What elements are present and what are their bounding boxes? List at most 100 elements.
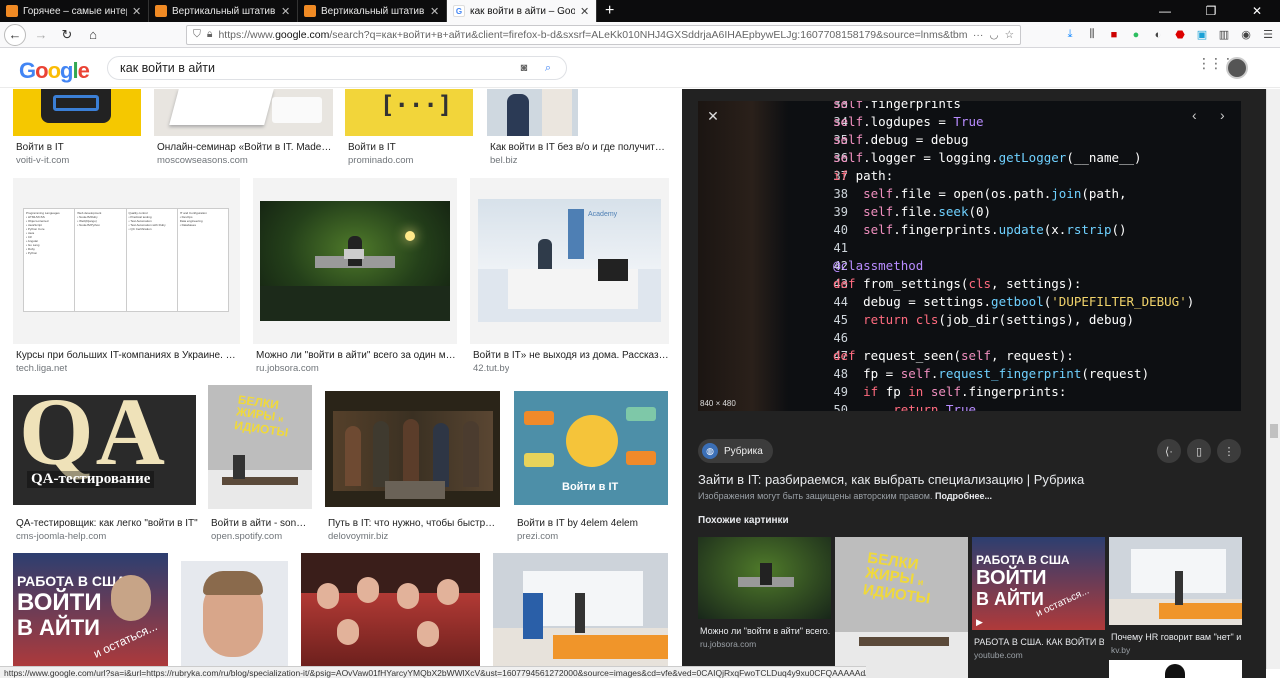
result-card[interactable]: [···] Войти в IT prominado.com bbox=[345, 89, 473, 166]
next-image-icon[interactable]: › bbox=[1220, 107, 1225, 123]
sidebar-icon[interactable]: ▥ bbox=[1216, 27, 1232, 43]
shield-icon[interactable]: ⛉ bbox=[193, 28, 201, 41]
page-scrollbar[interactable] bbox=[1266, 89, 1280, 669]
code-line: self.logdupes = True bbox=[833, 114, 984, 129]
result-card[interactable] bbox=[181, 561, 289, 669]
evernote-icon[interactable]: ● bbox=[1128, 27, 1144, 43]
globe-icon: ◍ bbox=[702, 443, 718, 459]
forward-button[interactable]: → bbox=[30, 24, 52, 46]
result-card[interactable]: БЕЛКИЖИРЫ иИДИОТЫ Войти в айти - song by… bbox=[208, 385, 313, 545]
search-input[interactable] bbox=[120, 61, 508, 75]
avatar[interactable] bbox=[1226, 57, 1248, 79]
similar-image-card[interactable]: Можно ли "войти в айти" всего... ru.jobs… bbox=[698, 537, 831, 657]
close-tab-icon[interactable]: ✕ bbox=[281, 5, 291, 18]
result-title-link[interactable]: Зайти в IT: разбираемся, как выбрать спе… bbox=[698, 472, 1084, 487]
code-line: fp = self.request_fingerprint(request) bbox=[833, 366, 1150, 381]
similar-image-card[interactable]: Почему HR говорит вам "нет" и... kv.by bbox=[1109, 537, 1242, 678]
result-image[interactable] bbox=[325, 391, 500, 507]
minimize-icon[interactable]: — bbox=[1142, 0, 1188, 22]
save-extension-icon[interactable]: ▣ bbox=[1194, 27, 1210, 43]
save-bookmark-icon[interactable]: ▯ bbox=[1187, 439, 1211, 463]
share-icon[interactable]: ⟨· bbox=[1157, 439, 1181, 463]
image-preview-panel: 33 34 35 36 37 38 39 40 41 42 43 44 45 4… bbox=[682, 89, 1266, 678]
adblock-icon[interactable]: ⬣ bbox=[1172, 27, 1188, 43]
result-image[interactable]: Войти в IT bbox=[514, 391, 668, 505]
result-image[interactable]: Programming Languages • HTML5/CSS • Object… bbox=[13, 178, 240, 344]
result-image[interactable] bbox=[487, 89, 578, 136]
more-actions-icon[interactable]: ··· bbox=[973, 29, 984, 41]
library-icon[interactable]: ⫼ bbox=[1084, 27, 1100, 43]
new-tab-button[interactable]: + bbox=[597, 0, 622, 22]
tab-pikabu[interactable]: Горячее – самые интересные ✕ bbox=[0, 0, 149, 22]
close-tab-icon[interactable]: ✕ bbox=[580, 5, 590, 18]
source-chip[interactable]: ◍ Рубрика bbox=[698, 439, 773, 463]
previous-image-icon[interactable]: ‹ bbox=[1192, 107, 1197, 123]
pocket-icon[interactable]: ◡ bbox=[989, 29, 998, 41]
more-options-icon[interactable]: ⋮ bbox=[1217, 439, 1241, 463]
result-card[interactable] bbox=[301, 553, 481, 669]
result-image[interactable] bbox=[154, 89, 333, 136]
back-button[interactable]: ← bbox=[4, 23, 26, 46]
code-line: self.logger = logging.getLogger(__name__… bbox=[833, 150, 1142, 165]
similar-image-card[interactable]: БЕЛКИ ЖИРЫ и ИДИОТЫ bbox=[835, 537, 968, 678]
navigation-toolbar: ← → ↻ ⌂ ⛉ 🔒︎ https://www.google.com/sear… bbox=[0, 22, 1280, 48]
result-image[interactable] bbox=[301, 553, 480, 669]
result-card[interactable]: Войти в IT Войти в IT by 4elem 4elem pre… bbox=[514, 391, 669, 545]
account-icon[interactable]: ◉ bbox=[1238, 27, 1254, 43]
result-image[interactable] bbox=[13, 89, 141, 136]
result-image[interactable] bbox=[253, 178, 457, 344]
result-image[interactable] bbox=[493, 553, 668, 669]
result-card[interactable]: Academy Войти в IT» не выходя из дома. Р… bbox=[470, 178, 670, 374]
apps-grid-icon[interactable]: ⋮⋮⋮ bbox=[1197, 56, 1235, 70]
code-line: if path: bbox=[833, 168, 894, 183]
close-tab-icon[interactable]: ✕ bbox=[430, 5, 440, 18]
result-card[interactable]: Можно ли "войти в айти" всего за один ме… bbox=[253, 178, 458, 374]
result-card[interactable]: Войти в IT voiti-v-it.com bbox=[13, 89, 141, 166]
preview-image[interactable]: 33 34 35 36 37 38 39 40 41 42 43 44 45 4… bbox=[698, 101, 1241, 411]
result-image[interactable]: БЕЛКИ ЖИРЫ и ИДИОТЫ bbox=[208, 385, 312, 509]
scrollbar-thumb[interactable] bbox=[1270, 424, 1278, 438]
search-icon[interactable]: ⌕ bbox=[540, 62, 556, 75]
home-button[interactable]: ⌂ bbox=[82, 24, 104, 46]
code-line: if fp in self.fingerprints: bbox=[863, 384, 1067, 399]
result-card[interactable]: QA QA-тестирование QA-тестировщик: как л… bbox=[13, 395, 198, 545]
result-card[interactable]: РАБОТА В США ВОЙТИ В АЙТИ и остаться... bbox=[13, 553, 169, 669]
result-card[interactable]: Онлайн-семинар «Войти в IT. Made on Tild… bbox=[154, 89, 334, 166]
close-icon[interactable]: ✕ bbox=[704, 107, 722, 125]
result-image[interactable] bbox=[181, 561, 288, 669]
google-logo[interactable]: Google bbox=[19, 58, 90, 84]
status-bar: https://www.google.com/url?sa=i&url=http… bbox=[0, 666, 866, 678]
code-line: debug = settings.getbool('DUPEFILTER_DEB… bbox=[833, 294, 1195, 309]
pdf-extension-icon[interactable]: ■ bbox=[1106, 27, 1122, 43]
code-line: self.debug = debug bbox=[833, 132, 969, 147]
reload-button[interactable]: ↻ bbox=[56, 24, 78, 46]
code-line: return cls(job_dir(settings), debug) bbox=[863, 312, 1135, 327]
downloads-icon[interactable]: ⤓ bbox=[1062, 27, 1078, 43]
result-image[interactable]: РАБОТА В США ВОЙТИ В АЙТИ и остаться... bbox=[13, 553, 168, 669]
result-image[interactable]: [···] bbox=[345, 89, 473, 136]
tab-shtativ-1[interactable]: Вертикальный штатив для те ✕ bbox=[149, 0, 298, 22]
learn-more-link[interactable]: Подробнее... bbox=[935, 491, 992, 501]
menu-icon[interactable]: ☰ bbox=[1260, 27, 1276, 43]
url-bar[interactable]: ⛉ 🔒︎ https://www.google.com/search?q=как… bbox=[186, 24, 1021, 45]
camera-search-icon[interactable]: ◙ bbox=[516, 62, 532, 74]
bookmark-star-icon[interactable]: ☆ bbox=[1005, 29, 1014, 41]
result-card[interactable]: Как войти в IT без в/о и где получить пе… bbox=[487, 89, 668, 166]
close-tab-icon[interactable]: ✕ bbox=[132, 5, 142, 18]
lock-icon[interactable]: 🔒︎ bbox=[207, 28, 213, 41]
code-line: return True bbox=[893, 402, 977, 411]
result-image[interactable]: Academy bbox=[470, 178, 669, 344]
result-image[interactable]: QA QA-тестирование bbox=[13, 395, 196, 505]
close-window-icon[interactable]: ✕ bbox=[1234, 0, 1280, 22]
result-card[interactable] bbox=[493, 553, 669, 669]
similar-image-card[interactable]: РАБОТА В США ВОЙТИ В АЙТИ и остаться... … bbox=[972, 537, 1105, 678]
extension-icon[interactable]: ◐ bbox=[1150, 27, 1166, 43]
tab-google-search[interactable]: G как войти в айти – Google По ✕ bbox=[447, 0, 597, 22]
result-card[interactable]: Путь в IT: что нужно, чтобы быстро войти… bbox=[325, 391, 501, 545]
code-line: def from_settings(cls, settings): bbox=[833, 276, 1082, 291]
result-card[interactable]: Programming Languages • HTML5/CSS • Object… bbox=[13, 178, 241, 374]
code-line: self.fingerprints bbox=[833, 101, 961, 111]
tab-shtativ-2[interactable]: Вертикальный штатив для те ✕ bbox=[298, 0, 447, 22]
restore-icon[interactable]: ❐ bbox=[1188, 0, 1234, 22]
